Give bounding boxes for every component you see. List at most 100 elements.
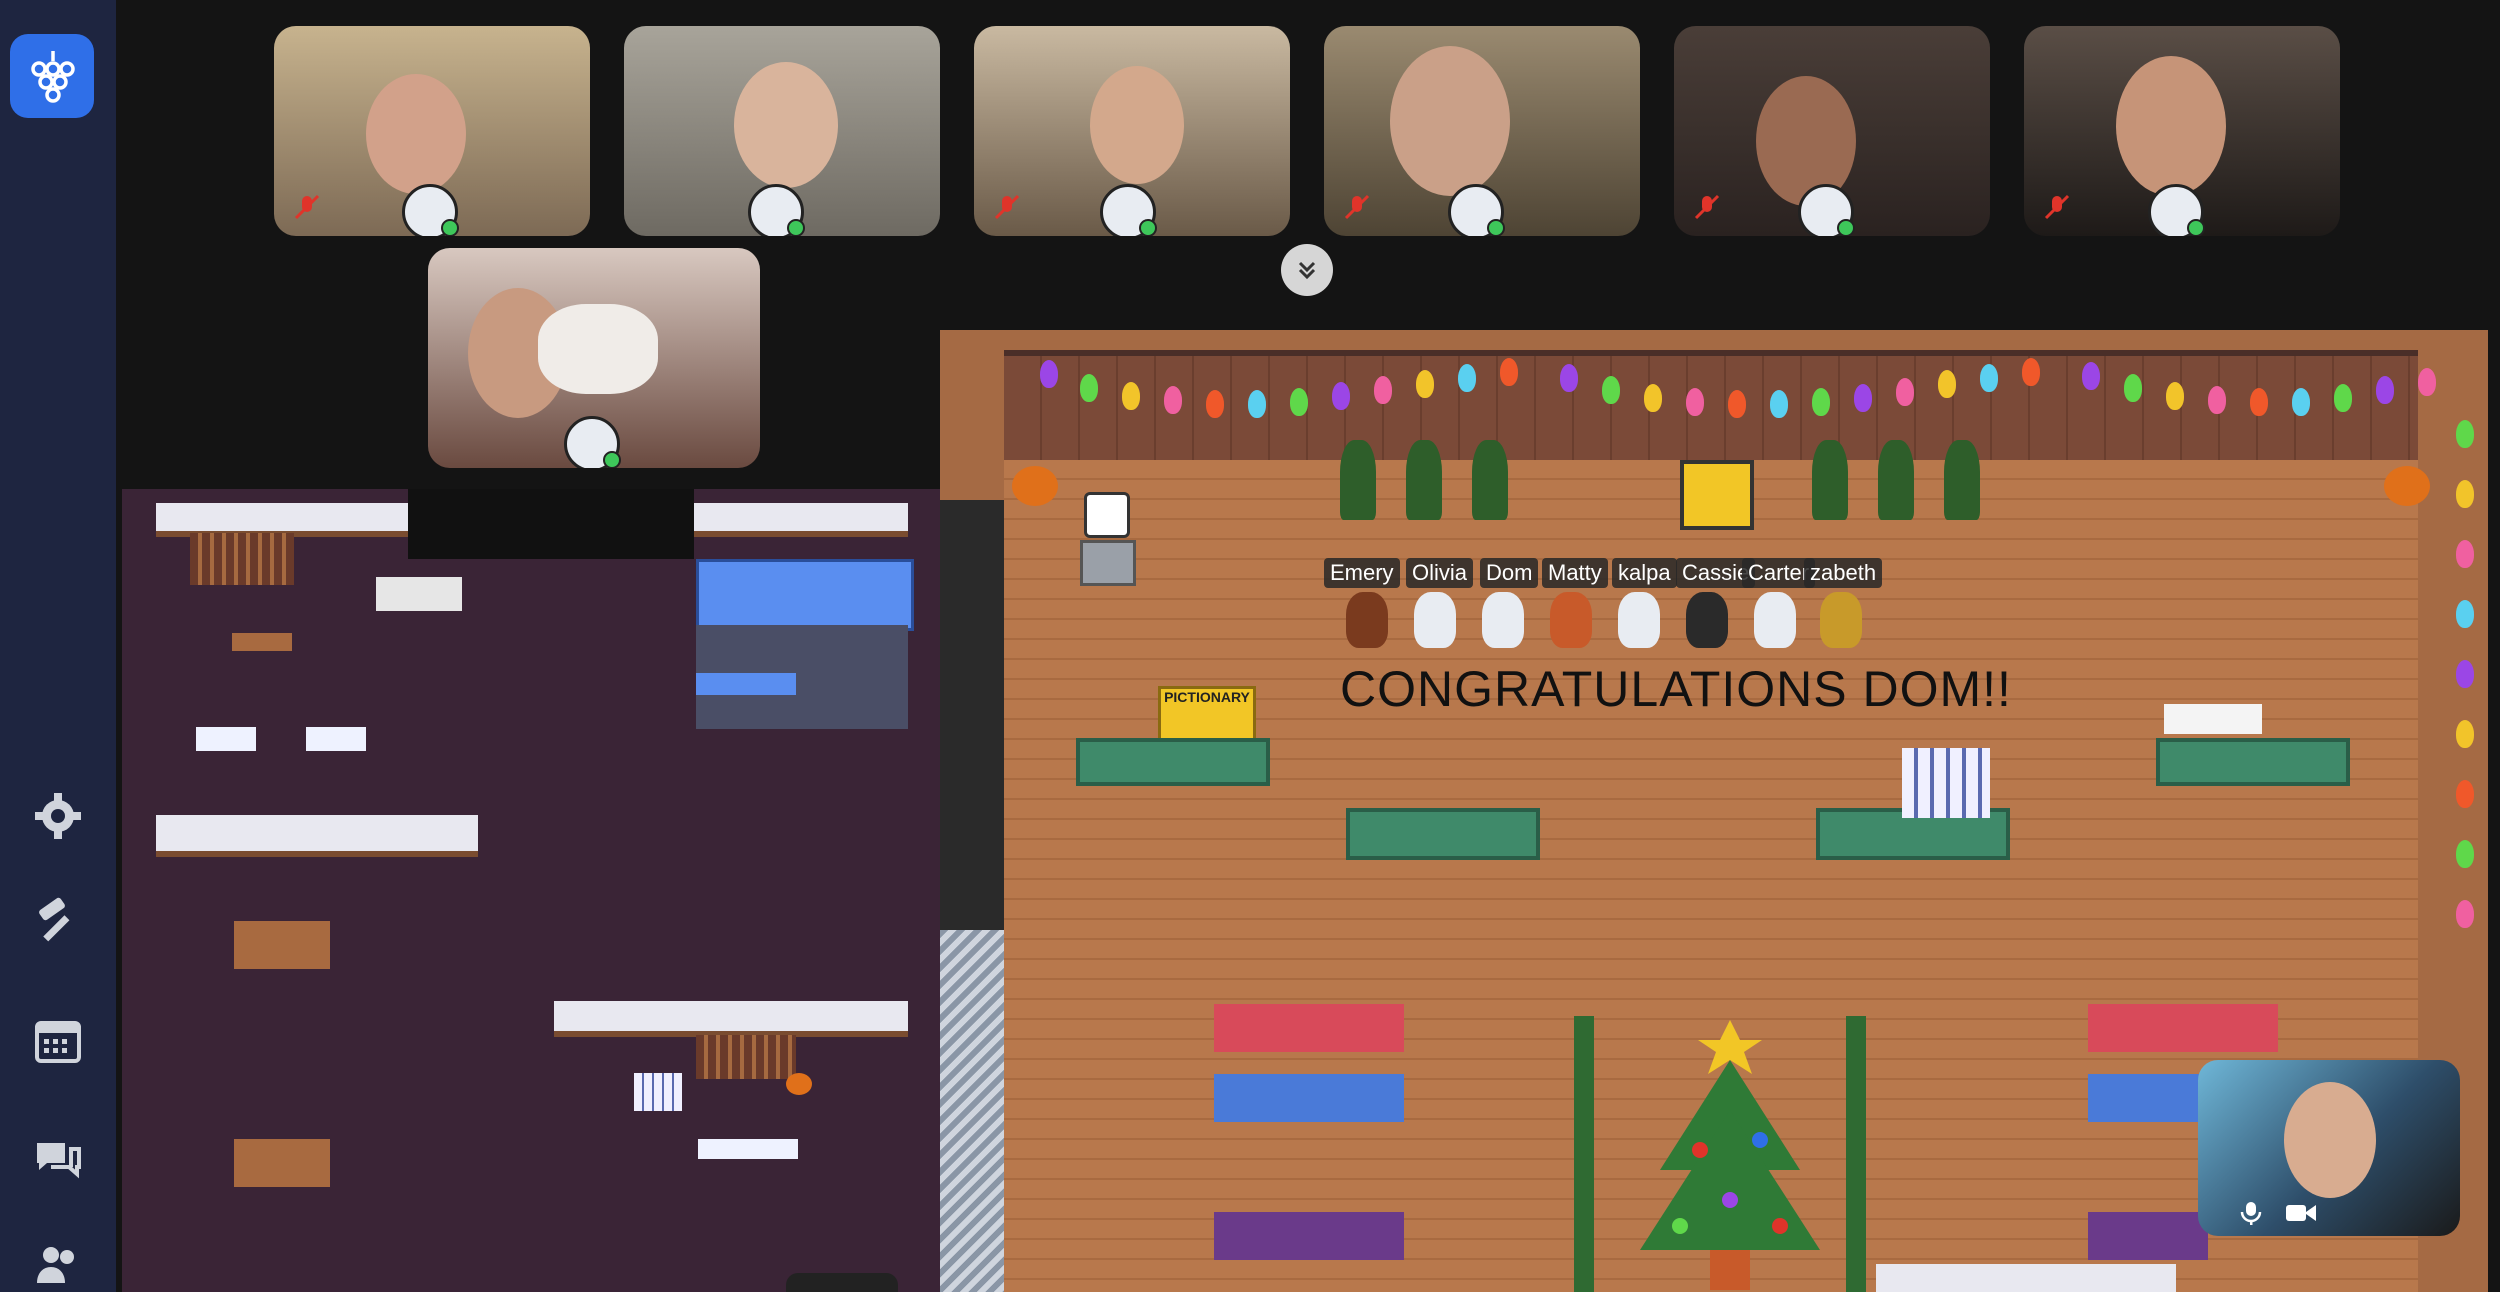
map-left-room[interactable] — [122, 489, 940, 1292]
desk — [696, 673, 796, 695]
side-plants — [940, 500, 1004, 980]
cards-table[interactable] — [2156, 738, 2350, 786]
garland — [1846, 1016, 1866, 1292]
light-bulb — [2456, 720, 2474, 748]
potted-plant — [1878, 440, 1914, 520]
online-status-dot — [1139, 219, 1157, 236]
light-bulb — [2208, 386, 2226, 414]
pumpkin — [1012, 466, 1058, 506]
congrats-banner: CONGRATULATIONS DOM!! — [1340, 661, 2012, 717]
pictionary-label: PICTIONARY — [1164, 689, 1250, 705]
people-icon[interactable] — [30, 1236, 86, 1292]
video-tile[interactable] — [2024, 26, 2340, 236]
notes-icon[interactable] — [1084, 492, 1130, 538]
table — [234, 1139, 330, 1187]
potted-plant — [1944, 440, 1980, 520]
pumpkin — [2384, 466, 2430, 506]
online-status-dot — [787, 219, 805, 236]
video-tile[interactable] — [274, 26, 590, 236]
video-tile[interactable] — [1324, 26, 1640, 236]
tv[interactable] — [1680, 460, 1754, 530]
hammer-icon[interactable] — [30, 892, 86, 948]
video-tile[interactable] — [1674, 26, 1990, 236]
video-tile[interactable] — [974, 26, 1290, 236]
avatar — [1798, 184, 1855, 236]
online-status-dot — [603, 451, 621, 468]
calendar-icon[interactable] — [30, 1012, 86, 1068]
player-character[interactable] — [1346, 592, 1388, 648]
sofa — [306, 727, 366, 751]
mic-muted-icon — [994, 194, 1020, 220]
food-table[interactable] — [1214, 1074, 1404, 1122]
map-edge — [786, 1273, 898, 1292]
light-bulb — [2456, 780, 2474, 808]
cat — [538, 304, 658, 394]
light-bulb — [2166, 382, 2184, 410]
video-tile[interactable] — [428, 248, 760, 468]
player-character[interactable] — [1754, 592, 1796, 648]
food-table[interactable] — [2088, 1074, 2208, 1122]
camera-icon[interactable] — [2284, 1200, 2318, 1226]
participant-face — [2284, 1082, 2376, 1198]
light-bulb — [2456, 660, 2474, 688]
participant-face — [2116, 56, 2226, 196]
light-bulb — [2456, 420, 2474, 448]
player-name-tag: Dom — [1480, 558, 1539, 588]
light-bulb — [1644, 384, 1662, 412]
light-bulb — [2292, 388, 2310, 416]
food-table[interactable] — [1214, 1004, 1404, 1052]
player-character[interactable] — [1550, 592, 1592, 648]
player-character[interactable] — [1482, 592, 1524, 648]
light-bulb — [1686, 388, 1704, 416]
online-status-dot — [1487, 219, 1505, 236]
desk — [698, 1139, 798, 1159]
expand-videos-button[interactable] — [1281, 244, 1333, 296]
playing-cards[interactable] — [2164, 704, 2262, 734]
light-bulb — [1938, 370, 1956, 398]
light-bulb — [1290, 388, 1308, 416]
bookshelf — [190, 533, 294, 585]
participant-face — [734, 62, 838, 188]
table — [234, 921, 330, 969]
window — [696, 559, 914, 631]
counter — [1876, 1264, 2176, 1292]
garland — [1574, 1016, 1594, 1292]
app-logo[interactable] — [10, 34, 94, 118]
light-bulb — [1248, 390, 1266, 418]
sidebar — [0, 0, 116, 1292]
player-character[interactable] — [1820, 592, 1862, 648]
player-character[interactable] — [1618, 592, 1660, 648]
light-bulb — [1770, 390, 1788, 418]
light-bulb — [2082, 362, 2100, 390]
self-video-preview[interactable] — [2198, 1060, 2460, 1236]
light-bulb — [1812, 388, 1830, 416]
light-bulb — [1374, 376, 1392, 404]
chevron-double-down-icon — [1298, 261, 1316, 280]
light-bulb — [2376, 376, 2394, 404]
mic-icon[interactable] — [2238, 1200, 2264, 1226]
video-tile[interactable] — [624, 26, 940, 236]
player-character[interactable] — [1686, 592, 1728, 648]
light-bulb — [1164, 386, 1182, 414]
mic-muted-icon — [1344, 194, 1370, 220]
gear-icon[interactable] — [30, 788, 86, 844]
game-board[interactable] — [1902, 748, 1990, 818]
food-table[interactable] — [2088, 1004, 2278, 1052]
light-bulb — [1080, 374, 1098, 402]
light-bulb — [1896, 378, 1914, 406]
podium — [1080, 540, 1136, 586]
online-status-dot — [1837, 219, 1855, 236]
mic-muted-icon — [1694, 194, 1720, 220]
light-bulb — [1458, 364, 1476, 392]
food-table[interactable] — [1214, 1212, 1404, 1260]
light-bulb — [2456, 900, 2474, 928]
table — [232, 633, 292, 651]
player-character[interactable] — [1414, 592, 1456, 648]
food-table[interactable] — [2088, 1212, 2208, 1260]
chess-table[interactable] — [1346, 808, 1540, 860]
chat-icon[interactable] — [30, 1132, 86, 1188]
game-table[interactable] — [1076, 738, 1270, 786]
light-bulb — [1602, 376, 1620, 404]
mic-muted-icon — [294, 194, 320, 220]
light-bulb — [2250, 388, 2268, 416]
